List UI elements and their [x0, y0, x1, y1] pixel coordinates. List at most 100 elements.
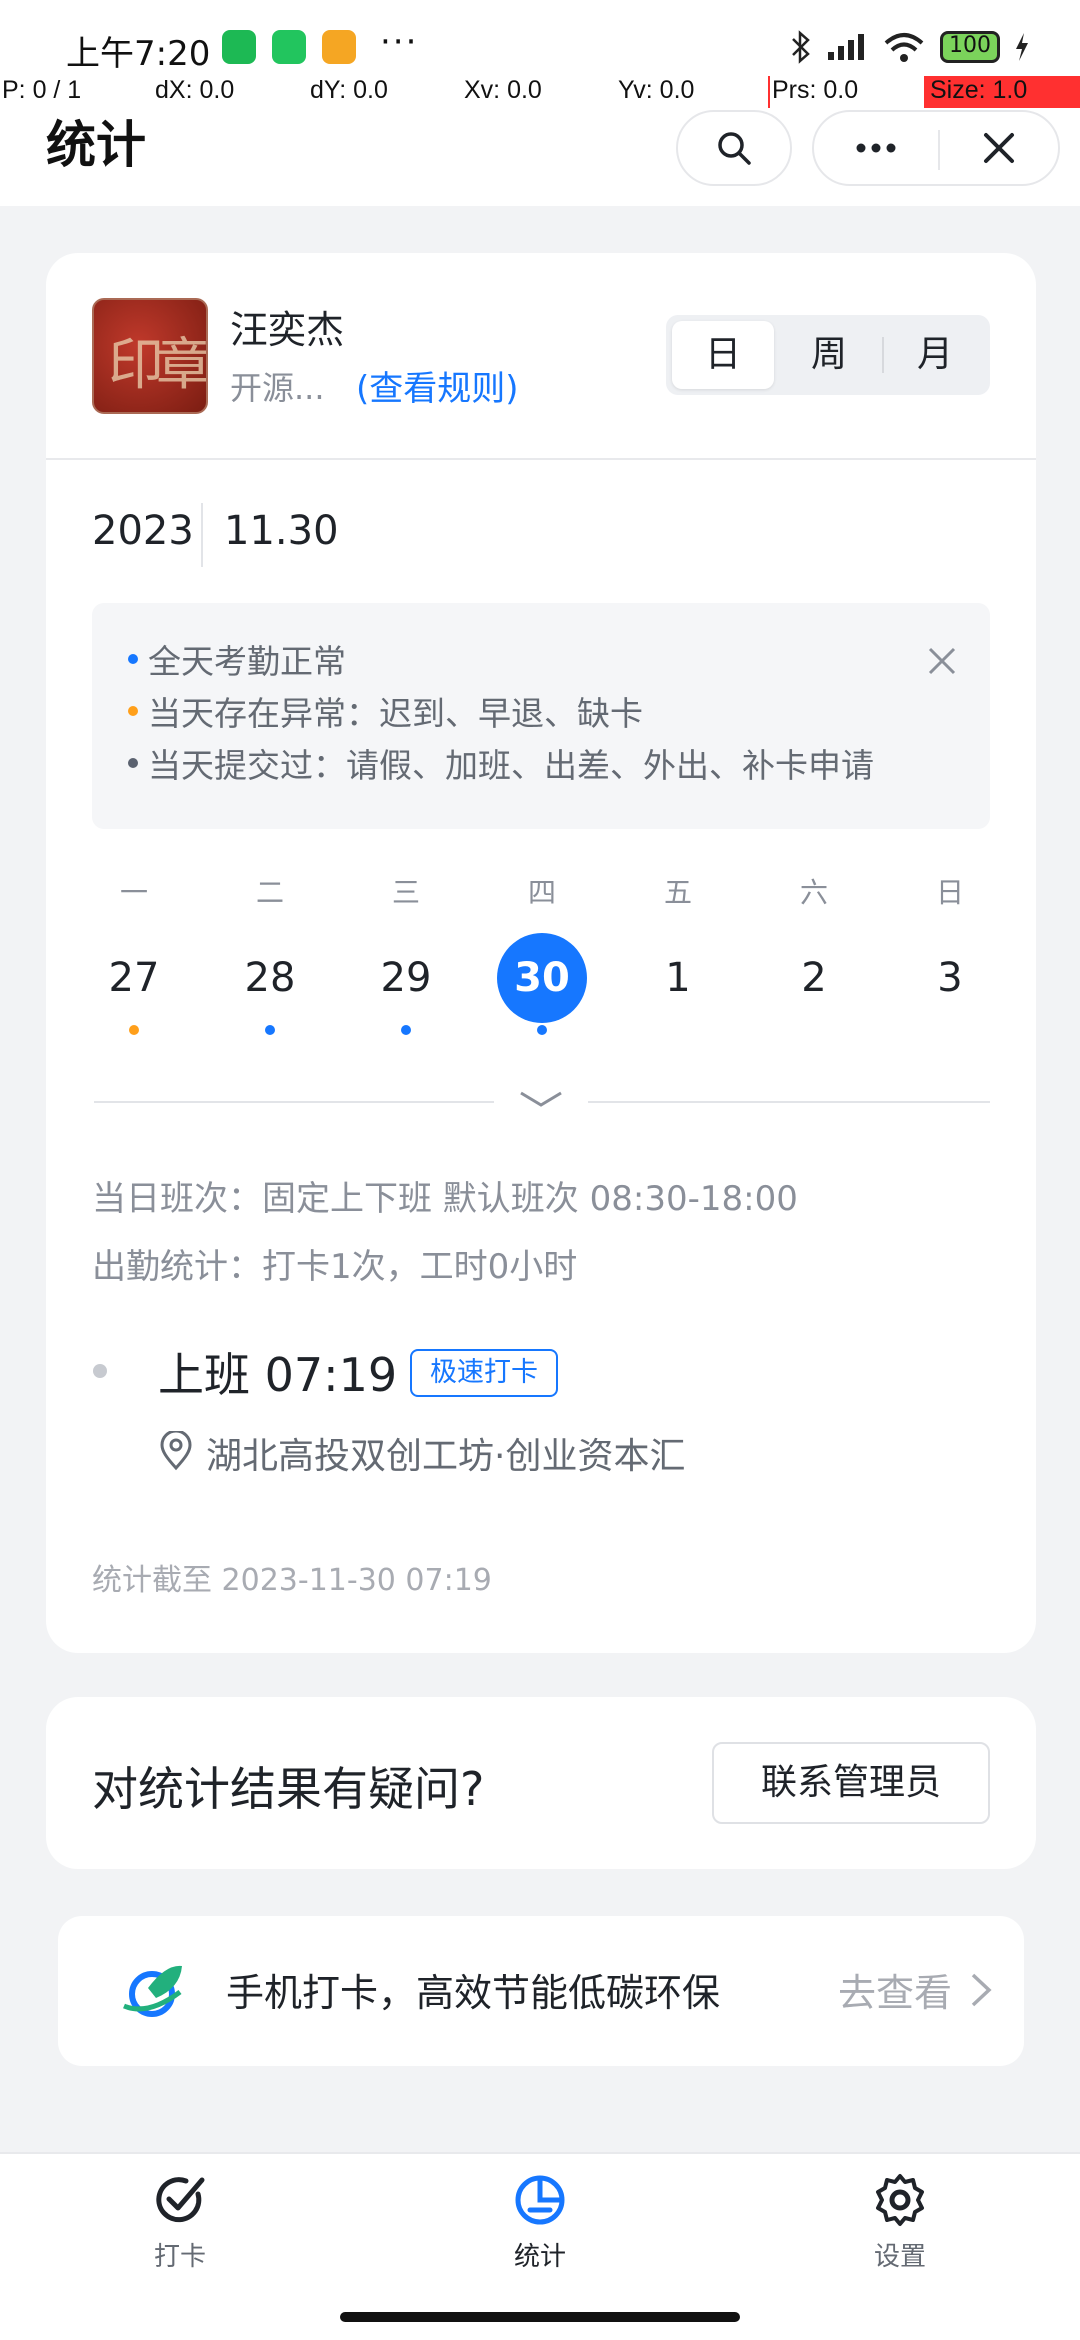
miniapp-capsule [812, 110, 1060, 186]
seal-icon: 印章 [108, 333, 206, 398]
calendar-day[interactable]: 1 [633, 933, 723, 1023]
legend-text: 全天考勤正常 [148, 642, 346, 681]
period-month-tab[interactable]: 月 [884, 321, 986, 389]
legend-dot [128, 706, 138, 716]
status-time: 上午7:20 [66, 34, 211, 74]
status-right-group: 100 [790, 30, 1030, 64]
org-name: 开源... [230, 369, 325, 407]
legend-dot [128, 758, 138, 768]
wifi-icon [884, 33, 924, 62]
pointer-debug-overlay: P: 0 / 1 dX: 0.0 dY: 0.0 Xv: 0.0 Yv: 0.0… [0, 76, 1080, 108]
tab-stats[interactable]: 统计 [460, 2172, 620, 2273]
tab-label: 统计 [513, 2242, 566, 2272]
question-card: 对统计结果有疑问? 联系管理员 [46, 1697, 1036, 1869]
weekday-label: 五 [663, 876, 692, 909]
legend-box: 全天考勤正常 当天存在异常：迟到、早退、缺卡 当天提交过：请假、加班、出差、外出… [92, 603, 990, 829]
more-icon [856, 143, 896, 153]
calendar-day[interactable]: 3 [905, 933, 995, 1023]
more-button[interactable] [814, 112, 938, 184]
signal-icon [828, 34, 864, 60]
punch-type-tag: 极速打卡 [410, 1349, 558, 1397]
check-icon [156, 2177, 205, 2223]
promo-link[interactable]: 去查看 [838, 1962, 952, 2017]
tab-settings[interactable]: 设置 [820, 2172, 980, 2273]
attendance-card: 印章 汪奕杰 开源... (查看规则) 日 周 月 2023 11.30 全天考… [46, 253, 1036, 1653]
page-title: 统计 [46, 116, 146, 174]
debug-separator [768, 76, 770, 108]
eco-planet-icon [123, 1965, 182, 2017]
legend-text: 当天提交过：请假、加班、出差、外出、补卡申请 [148, 746, 874, 785]
calendar-day[interactable]: 2 [769, 933, 859, 1023]
weekday-label: 日 [935, 876, 964, 909]
debug-dy: dY: 0.0 [310, 76, 388, 104]
gear-icon [876, 2174, 924, 2226]
contact-admin-button[interactable]: 联系管理员 [712, 1742, 990, 1824]
period-week-tab[interactable]: 周 [778, 321, 880, 389]
legend-item: 当天提交过：请假、加班、出差、外出、补卡申请 [128, 739, 874, 787]
debug-pointer-count: P: 0 / 1 [2, 76, 82, 104]
search-icon [718, 132, 751, 165]
header-divider [46, 458, 1036, 460]
chevron-right-icon [971, 1973, 992, 2007]
search-button[interactable] [676, 110, 792, 186]
location-pin-icon [160, 1431, 192, 1471]
chevron-down-icon[interactable] [511, 1079, 571, 1119]
weekday-label: 四 [527, 876, 556, 909]
status-more-icon: ··· [380, 22, 419, 62]
title-bar: 统计 [0, 110, 1080, 206]
punch-location: 湖北高投双创工坊·创业资本汇 [206, 1436, 686, 1477]
debug-pressure: Prs: 0.0 [772, 76, 859, 104]
stat-timestamp: 统计截至 2023-11-30 07:19 [92, 1563, 492, 1598]
app-notification-icon [272, 30, 306, 64]
tab-punch[interactable]: 打卡 [100, 2172, 260, 2273]
weekday-label: 三 [391, 876, 420, 909]
status-dot-normal [537, 1025, 547, 1035]
tab-label: 设置 [873, 2242, 926, 2272]
calendar-day[interactable]: 28 [225, 933, 315, 1023]
status-dot-normal [265, 1025, 275, 1035]
legend-text: 当天存在异常：迟到、早退、缺卡 [148, 694, 643, 733]
legend-dot [128, 654, 138, 664]
battery-icon: 100 [940, 31, 1000, 63]
debug-xv: Xv: 0.0 [464, 76, 542, 104]
question-text: 对统计结果有疑问? [92, 1762, 485, 1816]
charging-icon [1016, 33, 1028, 61]
bottom-tab-bar: 打卡 统计 设置 [0, 2152, 1080, 2340]
view-rules-link[interactable]: (查看规则) [356, 361, 519, 410]
promo-banner[interactable]: 手机打卡，高效节能低碳环保 去查看 [58, 1916, 1024, 2066]
user-name: 汪奕杰 [230, 308, 345, 352]
app-notification-icon [322, 30, 356, 64]
punch-record-title: 上班 07:19 [158, 1348, 398, 1402]
calendar-day[interactable]: 29 [361, 933, 451, 1023]
promo-text: 手机打卡，高效节能低碳环保 [226, 1971, 721, 2015]
legend-item: 全天考勤正常 [128, 635, 346, 683]
close-button[interactable] [940, 112, 1058, 184]
tab-label: 打卡 [153, 2242, 206, 2272]
status-dot-normal [401, 1025, 411, 1035]
date-month-day[interactable]: 11.30 [224, 508, 339, 554]
calendar-day-selected[interactable]: 30 [497, 933, 587, 1023]
period-day-tab[interactable]: 日 [672, 321, 774, 389]
attendance-stats: 出勤统计：打卡1次，工时0小时 [92, 1247, 578, 1287]
legend-close-icon[interactable] [918, 637, 966, 685]
calendar-divider [588, 1101, 990, 1103]
status-dot-abnormal [129, 1025, 139, 1035]
shift-info: 当日班次：固定上下班 默认班次 08:30-18:00 [92, 1179, 798, 1219]
weekday-label: 六 [799, 876, 828, 909]
home-indicator[interactable] [340, 2312, 740, 2322]
weekday-label: 二 [255, 876, 284, 909]
timeline-dot [93, 1364, 107, 1378]
app-notification-icon [222, 30, 256, 64]
calendar-day[interactable]: 27 [89, 933, 179, 1023]
close-icon [984, 133, 1014, 163]
legend-item: 当天存在异常：迟到、早退、缺卡 [128, 687, 643, 735]
avatar[interactable]: 印章 [92, 298, 208, 414]
debug-yv: Yv: 0.0 [618, 76, 695, 104]
debug-size: Size: 1.0 [924, 76, 1080, 108]
weekday-label: 一 [119, 876, 148, 909]
calendar-divider [94, 1101, 494, 1103]
date-year[interactable]: 2023 [92, 508, 194, 554]
bluetooth-icon [792, 30, 810, 64]
debug-dx: dX: 0.0 [155, 76, 235, 104]
chart-icon [515, 2175, 565, 2225]
